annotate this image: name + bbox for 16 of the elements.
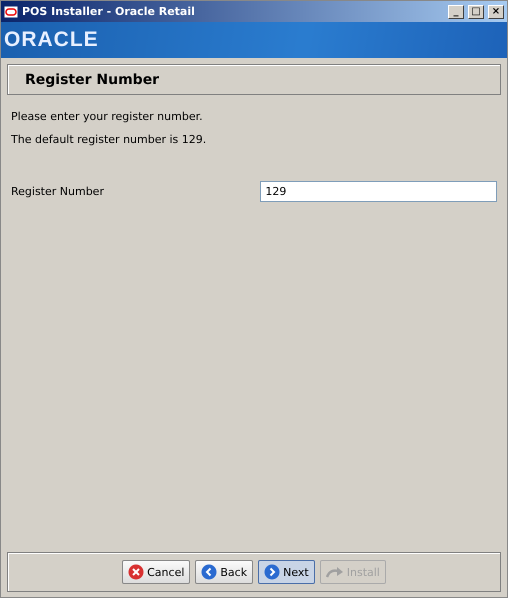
input-field[interactable]: 129 — [260, 181, 497, 202]
app-icon — [4, 6, 18, 18]
step-title: Register Number — [25, 72, 160, 88]
cancel-button[interactable]: Cancel — [122, 560, 190, 584]
window-title: POS Installer - Oracle Retail — [22, 5, 196, 18]
logo-text: ORACLE — [4, 28, 99, 52]
next-button[interactable]: Next — [258, 560, 315, 584]
curved-arrow-icon — [326, 566, 344, 578]
field-label: Register Number — [11, 185, 105, 198]
instruction-text: The default register number is 129. — [11, 133, 208, 146]
window-control-button[interactable]: × — [488, 4, 504, 18]
window-control-button[interactable]: □ — [468, 4, 484, 18]
instruction-text: Please enter your register number. — [11, 110, 204, 123]
back-button[interactable]: Back — [195, 560, 254, 584]
window-control-button[interactable]: _ — [448, 4, 464, 18]
close-icon — [128, 564, 144, 580]
